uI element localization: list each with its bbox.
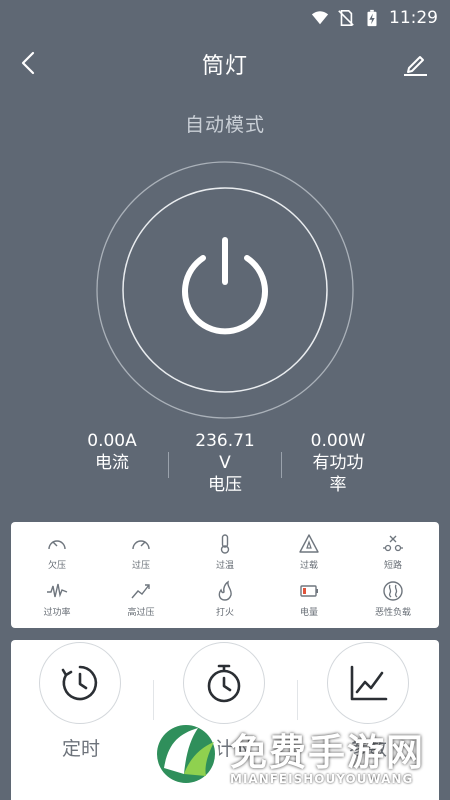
- power-icon: [182, 237, 268, 335]
- watermark: 免费手游网 MIANFEISHOUYOUWANG: [150, 712, 450, 800]
- back-icon[interactable]: [14, 48, 44, 78]
- protection-label: 过压: [131, 560, 150, 571]
- protection-item-overvoltage: 过压: [99, 528, 183, 575]
- chart-icon: [350, 665, 388, 701]
- protection-item-overpower: 过功率: [15, 575, 99, 622]
- power-stat: 0.00W 有功功 率: [282, 430, 394, 496]
- power-value: 0.00W: [310, 431, 366, 451]
- protection-label: 高过压: [127, 607, 155, 618]
- app-header: 筒灯: [0, 36, 450, 92]
- protection-item-overtemp: 过温: [183, 528, 267, 575]
- warning-triangle-icon: [299, 533, 319, 553]
- voltage-stat: 236.71 V 电压: [169, 430, 281, 496]
- pulse-icon: [47, 583, 68, 598]
- thermometer-icon: [220, 533, 230, 554]
- timer-button[interactable]: [39, 642, 121, 724]
- flame-icon: [218, 579, 232, 601]
- protection-label: 短路: [383, 560, 402, 571]
- stopwatch-icon: [207, 664, 241, 703]
- voltage-value: 236.71: [195, 431, 255, 451]
- battery-icon: [300, 584, 318, 597]
- protection-item-overload: 过载: [267, 528, 351, 575]
- timer-icon: [61, 665, 98, 701]
- voltage-label: 电压: [208, 475, 242, 495]
- protection-label: 过载: [299, 560, 318, 571]
- watermark-subtext: MIANFEISHOUYOUWANG: [230, 772, 414, 786]
- current-value: 0.00A: [87, 431, 137, 451]
- power-label-line2: 率: [329, 475, 347, 495]
- current-label: 电流: [95, 453, 129, 473]
- trend-up-icon: [131, 583, 150, 598]
- protection-label: 恶性负载: [374, 607, 411, 618]
- gauge-low-icon: [48, 539, 66, 549]
- protection-item-high-overvoltage: 高过压: [99, 575, 183, 622]
- protection-label: 过功率: [43, 607, 71, 618]
- protection-item-undervoltage: 欠压: [15, 528, 99, 575]
- protection-label: 欠压: [47, 560, 66, 571]
- wifi-icon: [311, 11, 329, 25]
- protection-label: 电量: [299, 607, 318, 618]
- power-button[interactable]: [95, 160, 355, 420]
- edit-icon[interactable]: [400, 48, 430, 78]
- mode-label: 自动模式: [184, 114, 265, 136]
- watermark-text: 免费手游网: [230, 731, 425, 774]
- protection-label: 打火: [215, 607, 234, 618]
- status-bar: 11:29: [0, 0, 450, 36]
- current-stat: 0.00A 电流: [56, 430, 168, 474]
- watermark-logo: [153, 721, 219, 787]
- gauge-high-icon: [132, 539, 150, 549]
- protection-panel: 欠压 过压 过温 过载 短路 过功率 高过压 打火 电量 恶性负载: [11, 522, 439, 628]
- load-icon: [383, 580, 403, 601]
- stats-row: 0.00A 电流 236.71 V 电压 0.00W 有功功 率: [0, 430, 450, 510]
- protection-item-battery: 电量: [267, 575, 351, 622]
- voltage-unit: V: [219, 453, 231, 473]
- battery-charging-icon: [367, 9, 377, 27]
- protection-item-short-circuit: 短路: [351, 528, 435, 575]
- status-time: 11:29: [389, 8, 438, 28]
- page-title: 筒灯: [201, 54, 248, 79]
- power-label-line1: 有功功: [312, 453, 364, 473]
- protection-label: 过温: [215, 560, 234, 571]
- protection-item-arc: 打火: [183, 575, 267, 622]
- no-sim-icon: [338, 9, 354, 27]
- short-circuit-icon: [383, 535, 403, 551]
- timer-label: 定时: [61, 738, 100, 760]
- protection-item-malicious-load: 恶性负载: [351, 575, 435, 622]
